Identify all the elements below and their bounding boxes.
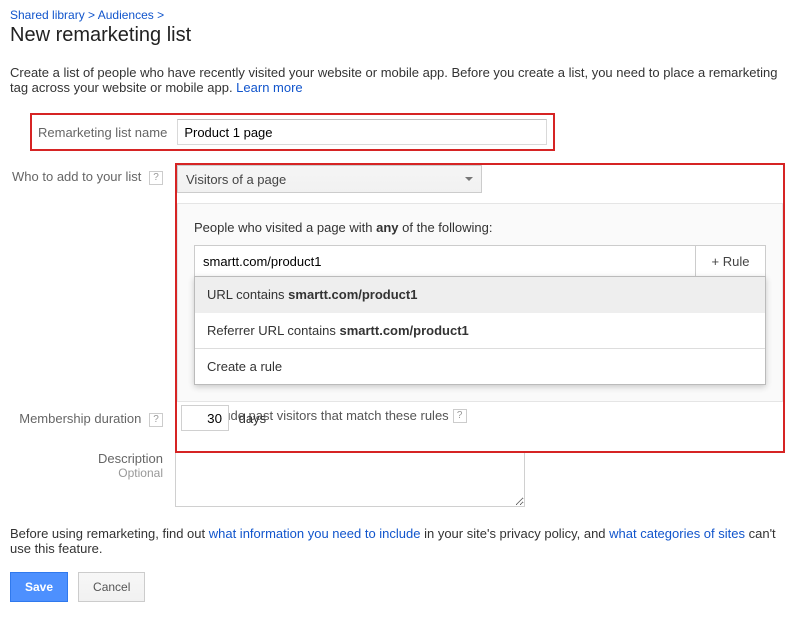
visitors-dropdown-label: Visitors of a page [186,172,286,187]
suggestion-url-contains[interactable]: URL contains smartt.com/product1 [195,277,765,312]
chevron-down-icon [465,177,473,181]
categories-link[interactable]: what categories of sites [609,526,745,541]
breadcrumb-shared[interactable]: Shared library [10,8,85,22]
description-label-wrap: Description Optional [10,451,175,480]
intro-text: Create a list of people who have recentl… [10,65,785,95]
save-button[interactable]: Save [10,572,68,602]
breadcrumb-sep2: > [157,8,164,22]
description-optional: Optional [10,466,163,480]
help-icon[interactable]: ? [149,413,163,427]
rules-panel: People who visited a page with any of th… [177,203,783,402]
url-input[interactable] [194,245,696,277]
name-row: Remarketing list name [30,113,785,151]
button-row: Save Cancel [10,572,785,602]
description-label: Description [10,451,163,466]
breadcrumb-sep1: > [88,8,95,22]
remarketing-list-name-input[interactable] [177,119,547,145]
who-label-wrap: Who to add to your list ? [10,163,175,185]
intro-body: Create a list of people who have recentl… [10,65,777,95]
rules-title: People who visited a page with any of th… [194,220,766,235]
membership-label: Membership duration [19,411,141,426]
membership-label-wrap: Membership duration ? [10,405,175,427]
membership-duration-input[interactable] [181,405,229,431]
url-input-row: + Rule [194,245,766,277]
membership-row: Membership duration ? days [10,405,785,431]
footer-text: Before using remarketing, find out what … [10,526,785,556]
page-title: New remarketing list [10,24,785,47]
who-label: Who to add to your list [12,169,141,184]
breadcrumb-audiences[interactable]: Audiences [98,8,154,22]
url-suggestions: URL contains smartt.com/product1 Referre… [194,276,766,385]
cancel-button[interactable]: Cancel [78,572,145,602]
description-textarea[interactable] [175,451,525,507]
info-include-link[interactable]: what information you need to include [209,526,421,541]
suggestion-referrer-contains[interactable]: Referrer URL contains smartt.com/product… [195,312,765,348]
name-label: Remarketing list name [38,125,167,140]
description-row: Description Optional [10,451,785,510]
breadcrumb: Shared library > Audiences > [10,8,785,22]
description-content [175,451,785,510]
membership-content: days [175,405,785,431]
visitors-dropdown[interactable]: Visitors of a page [177,165,482,193]
add-rule-button[interactable]: + Rule [696,245,766,277]
help-icon[interactable]: ? [149,171,163,185]
learn-more-link[interactable]: Learn more [236,80,302,95]
membership-unit: days [239,411,266,426]
suggestion-create-rule[interactable]: Create a rule [195,348,765,384]
name-highlight: Remarketing list name [30,113,555,151]
